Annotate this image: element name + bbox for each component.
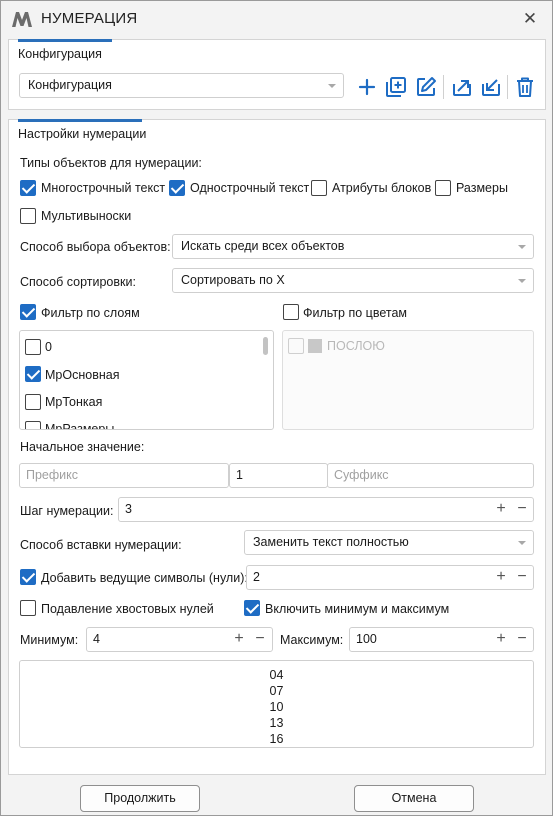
max-increment-button[interactable]: + bbox=[494, 631, 508, 647]
leading-decrement-button[interactable]: − bbox=[515, 569, 529, 585]
toolbar-separator bbox=[507, 75, 508, 99]
minmax-checkbox[interactable] bbox=[244, 600, 260, 616]
preview-line: 04 bbox=[269, 668, 284, 682]
max-value: 100 bbox=[356, 632, 377, 646]
layer-filter-checkbox[interactable] bbox=[20, 304, 36, 320]
step-value: 3 bbox=[125, 502, 132, 516]
step-input[interactable]: 3 bbox=[118, 497, 534, 522]
step-label: Шаг нумерации: bbox=[20, 504, 114, 518]
trash-icon[interactable] bbox=[513, 75, 537, 99]
layer-checkbox[interactable] bbox=[25, 394, 41, 410]
color-label: ПОСЛОЮ bbox=[327, 339, 385, 353]
scrollbar-thumb[interactable] bbox=[263, 337, 268, 355]
continue-button[interactable]: Продолжить bbox=[80, 785, 200, 812]
dimensions-label: Размеры bbox=[456, 181, 508, 195]
selection-method-value: Искать среди всех объектов bbox=[181, 239, 345, 253]
sort-method-value: Сортировать по X bbox=[181, 273, 285, 287]
insert-method-value: Заменить текст полностью bbox=[253, 535, 409, 549]
block-attributes-checkbox[interactable] bbox=[311, 180, 327, 196]
title-bar: НУМЕРАЦИЯ ✕ bbox=[1, 1, 552, 37]
layer-label: 0 bbox=[45, 340, 52, 354]
config-select[interactable]: Конфигурация bbox=[19, 73, 344, 98]
color-checkbox bbox=[288, 338, 304, 354]
layers-list[interactable]: 0 МрОсновная МрТонкая МрРазмеры bbox=[19, 330, 274, 430]
leading-symbols-checkbox[interactable] bbox=[20, 569, 36, 585]
leading-symbols-input[interactable]: 2 bbox=[246, 565, 534, 590]
preview-line: 10 bbox=[269, 700, 284, 714]
plus-icon[interactable] bbox=[355, 75, 379, 99]
insert-method-select[interactable]: Заменить текст полностью bbox=[244, 530, 534, 555]
max-label: Максимум: bbox=[280, 633, 344, 647]
insert-method-label: Способ вставки нумерации: bbox=[20, 538, 182, 552]
suffix-input[interactable]: Суффикс bbox=[327, 463, 534, 488]
object-types-label: Типы объектов для нумерации: bbox=[20, 156, 202, 170]
color-filter-label: Фильтр по цветам bbox=[303, 306, 407, 320]
leading-increment-button[interactable]: + bbox=[494, 569, 508, 585]
export-icon[interactable] bbox=[450, 75, 474, 99]
import-icon[interactable] bbox=[479, 75, 503, 99]
color-swatch bbox=[308, 339, 322, 353]
chevron-down-icon bbox=[518, 279, 526, 283]
start-value-label: Начальное значение: bbox=[20, 440, 145, 454]
close-button[interactable]: ✕ bbox=[520, 9, 540, 29]
max-decrement-button[interactable]: − bbox=[515, 631, 529, 647]
leading-symbols-value: 2 bbox=[253, 570, 260, 584]
step-increment-button[interactable]: + bbox=[494, 501, 508, 517]
min-increment-button[interactable]: + bbox=[232, 631, 246, 647]
dialog-window: НУМЕРАЦИЯ ✕ Конфигурация Конфигурация На… bbox=[0, 0, 553, 816]
preview-line: 16 bbox=[269, 732, 284, 746]
layer-label: МрРазмеры bbox=[45, 422, 115, 430]
layer-label: МрТонкая bbox=[45, 395, 103, 409]
chevron-down-icon bbox=[518, 245, 526, 249]
add-square-icon[interactable] bbox=[384, 75, 408, 99]
multiline-text-label: Многострочный текст bbox=[41, 181, 166, 195]
multileaders-label: Мультивыноски bbox=[41, 209, 132, 223]
toolbar-separator bbox=[443, 75, 444, 99]
cancel-button[interactable]: Отмена bbox=[354, 785, 474, 812]
step-decrement-button[interactable]: − bbox=[515, 501, 529, 517]
settings-tab[interactable]: Настройки нумерации bbox=[18, 127, 146, 141]
layer-label: МрОсновная bbox=[45, 368, 120, 382]
multiline-text-checkbox[interactable] bbox=[20, 180, 36, 196]
prefix-input[interactable]: Префикс bbox=[19, 463, 229, 488]
min-decrement-button[interactable]: − bbox=[253, 631, 267, 647]
color-filter-checkbox[interactable] bbox=[283, 304, 299, 320]
singleline-text-label: Однострочный текст bbox=[190, 181, 310, 195]
layer-checkbox[interactable] bbox=[25, 421, 41, 429]
sort-method-select[interactable]: Сортировать по X bbox=[172, 268, 534, 293]
trailing-zeros-label: Подавление хвостовых нулей bbox=[41, 602, 214, 616]
edit-icon[interactable] bbox=[414, 75, 438, 99]
chevron-down-icon bbox=[328, 84, 336, 88]
app-logo-icon bbox=[12, 12, 32, 27]
min-value: 4 bbox=[93, 632, 100, 646]
config-select-value: Конфигурация bbox=[28, 78, 112, 92]
leading-symbols-label: Добавить ведущие символы (нули): bbox=[41, 571, 248, 585]
layer-checkbox[interactable] bbox=[25, 366, 41, 382]
config-tab-underline bbox=[18, 39, 112, 42]
min-label: Минимум: bbox=[20, 633, 79, 647]
start-value-input[interactable]: 1 bbox=[229, 463, 328, 488]
block-attributes-label: Атрибуты блоков bbox=[332, 181, 432, 195]
trailing-zeros-checkbox[interactable] bbox=[20, 600, 36, 616]
window-title: НУМЕРАЦИЯ bbox=[41, 10, 138, 27]
minmax-label: Включить минимум и максимум bbox=[265, 602, 450, 616]
chevron-down-icon bbox=[518, 541, 526, 545]
singleline-text-checkbox[interactable] bbox=[169, 180, 185, 196]
selection-method-label: Способ выбора объектов: bbox=[20, 240, 171, 254]
preview-line: 07 bbox=[269, 684, 284, 698]
settings-tab-underline bbox=[18, 119, 142, 122]
multileaders-checkbox[interactable] bbox=[20, 208, 36, 224]
sort-method-label: Способ сортировки: bbox=[20, 275, 136, 289]
preview-box: 04 07 10 13 16 bbox=[19, 660, 534, 748]
layer-checkbox[interactable] bbox=[25, 339, 41, 355]
layer-filter-label: Фильтр по слоям bbox=[41, 306, 140, 320]
preview-line: 13 bbox=[269, 716, 284, 730]
selection-method-select[interactable]: Искать среди всех объектов bbox=[172, 234, 534, 259]
dimensions-checkbox[interactable] bbox=[435, 180, 451, 196]
colors-list: ПОСЛОЮ bbox=[282, 330, 534, 430]
config-tab[interactable]: Конфигурация bbox=[18, 47, 102, 61]
